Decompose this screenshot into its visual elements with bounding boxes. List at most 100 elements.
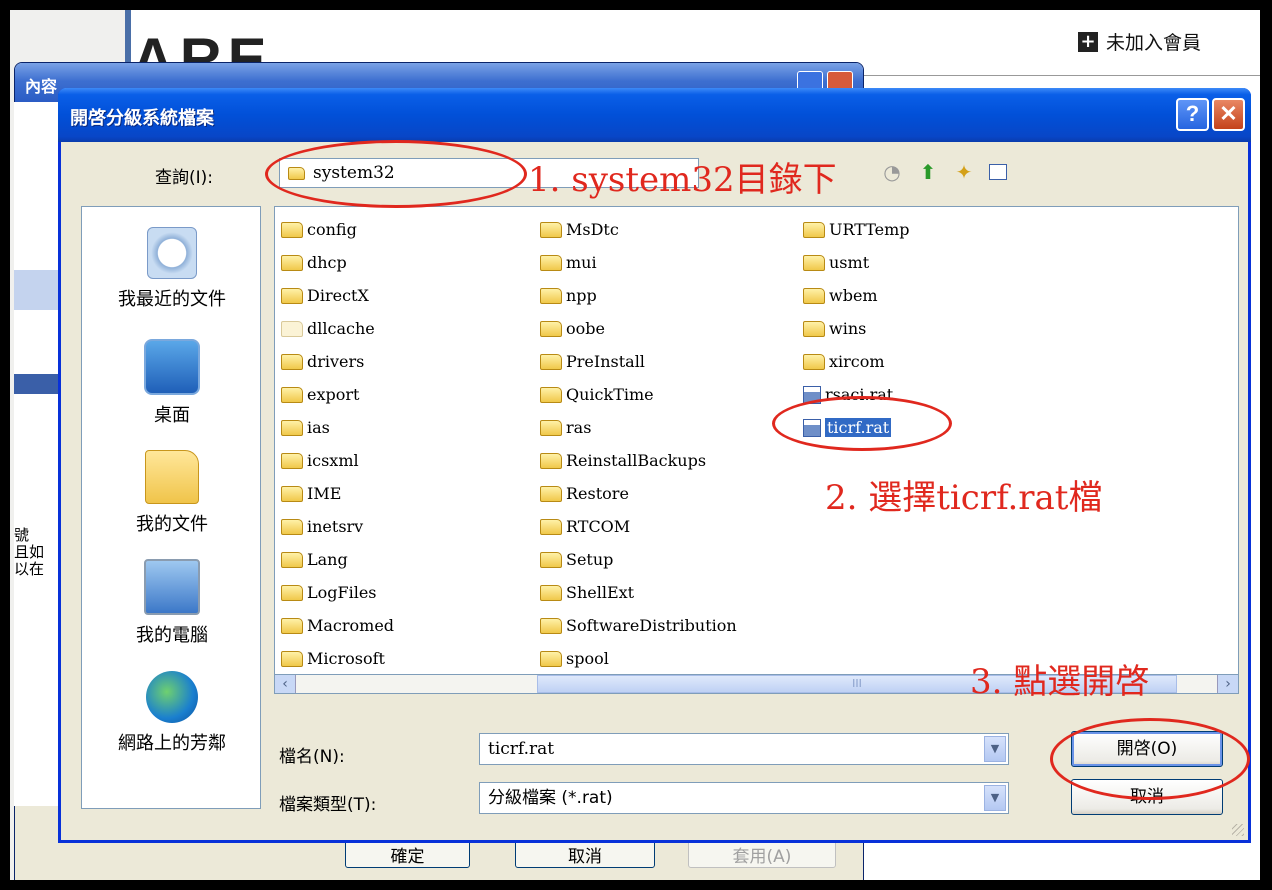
dialog-titlebar[interactable]: 開啓分級系統檔案 ? ✕ — [58, 88, 1251, 142]
folder-item[interactable]: xircom — [803, 345, 910, 378]
folder-item[interactable]: DirectX — [281, 279, 394, 312]
chevron-down-icon[interactable]: ▼ — [984, 785, 1006, 811]
folder-item[interactable]: Macromed — [281, 609, 394, 642]
folder-item[interactable]: ias — [281, 411, 394, 444]
open-rating-file-dialog: 開啓分級系統檔案 ? ✕ 查詢(I): system32 ◔ ⬆ ✦ 我最近的文… — [58, 88, 1251, 843]
folder-icon — [281, 353, 303, 370]
side-text-lines: 號且如 以在 — [14, 527, 58, 578]
file-column-1: config dhcp DirectX dllcache drivers export ia… — [281, 213, 394, 675]
folder-icon — [540, 485, 562, 502]
folder-item[interactable]: npp — [540, 279, 737, 312]
filename-input[interactable]: ticrf.rat ▼ — [479, 733, 1009, 765]
side-text-line: 且如 — [14, 543, 45, 561]
computer-icon — [144, 559, 200, 615]
folder-item[interactable]: PreInstall — [540, 345, 737, 378]
file-name: icsxml — [307, 451, 359, 470]
file-name: IME — [307, 484, 342, 503]
folder-item[interactable]: export — [281, 378, 394, 411]
scroll-left-icon[interactable]: ‹ — [275, 675, 296, 693]
places-bar: 我最近的文件 桌面 我的文件 我的電腦 網路上的芳鄰 — [81, 206, 261, 809]
file-name: wbem — [829, 286, 878, 305]
folder-item[interactable]: URTTemp — [803, 213, 910, 246]
folder-item[interactable]: SoftwareDistribution — [540, 609, 737, 642]
file-name: spool — [566, 649, 609, 668]
folder-item[interactable]: icsxml — [281, 444, 394, 477]
folder-item[interactable]: drivers — [281, 345, 394, 378]
filetype-label: 檔案類型(T): — [279, 795, 377, 815]
file-name: dllcache — [307, 319, 375, 338]
folder-item[interactable]: Restore — [540, 477, 737, 510]
close-button[interactable]: ✕ — [1212, 98, 1245, 131]
folder-item[interactable]: Microsoft — [281, 642, 394, 675]
place-recent-documents[interactable]: 我最近的文件 — [82, 227, 262, 311]
chevron-down-icon[interactable]: ▼ — [984, 736, 1006, 762]
folder-item[interactable]: ras — [540, 411, 737, 444]
up-folder-icon[interactable]: ⬆ — [917, 161, 939, 183]
folder-item[interactable]: dhcp — [281, 246, 394, 279]
side-selection — [14, 374, 58, 394]
folder-item[interactable]: MsDtc — [540, 213, 737, 246]
folder-item[interactable]: wins — [803, 312, 910, 345]
file-name: URTTemp — [829, 220, 910, 239]
filetype-select[interactable]: 分級檔案 (*.rat) ▼ — [479, 782, 1009, 814]
folder-icon — [540, 254, 562, 271]
file-name: drivers — [307, 352, 365, 371]
folder-item[interactable]: wbem — [803, 279, 910, 312]
folder-item[interactable]: ReinstallBackups — [540, 444, 737, 477]
folder-item[interactable]: config — [281, 213, 394, 246]
side-highlight — [14, 270, 58, 310]
annotation-step-2: 2. 選擇ticrf.rat檔 — [825, 478, 1103, 518]
folder-item[interactable]: QuickTime — [540, 378, 737, 411]
file-name: oobe — [566, 319, 605, 338]
folder-item[interactable]: IME — [281, 477, 394, 510]
place-network[interactable]: 網路上的芳鄰 — [82, 671, 262, 755]
folder-item[interactable]: spool — [540, 642, 737, 675]
folder-icon — [540, 419, 562, 436]
folder-icon — [540, 320, 562, 337]
member-link[interactable]: + 未加入會員 — [1078, 28, 1201, 55]
resize-grip[interactable] — [1232, 824, 1244, 836]
file-list[interactable]: config dhcp DirectX dllcache drivers export ia… — [274, 206, 1239, 691]
file-name: Microsoft — [307, 649, 385, 668]
folder-icon — [540, 452, 562, 469]
folder-item[interactable]: RTCOM — [540, 510, 737, 543]
documents-folder-icon — [145, 450, 199, 504]
side-text: 號且如 以在 — [14, 527, 58, 578]
file-name: SoftwareDistribution — [566, 616, 737, 635]
page-bottom-bar — [860, 883, 1160, 887]
folder-item[interactable]: oobe — [540, 312, 737, 345]
folder-item[interactable]: ShellExt — [540, 576, 737, 609]
new-folder-icon[interactable]: ✦ — [953, 161, 975, 183]
file-name: xircom — [829, 352, 885, 371]
file-name: usmt — [829, 253, 870, 272]
back-icon[interactable]: ◔ — [881, 161, 903, 183]
file-name: mui — [566, 253, 597, 272]
scroll-right-icon[interactable]: › — [1217, 675, 1238, 693]
place-desktop[interactable]: 桌面 — [82, 339, 262, 427]
view-menu-icon[interactable] — [989, 164, 1007, 180]
folder-icon — [803, 221, 825, 238]
folder-icon — [281, 551, 303, 568]
desktop-icon — [144, 339, 200, 395]
file-name: ReinstallBackups — [566, 451, 707, 470]
folder-icon — [281, 485, 303, 502]
file-name: DirectX — [307, 286, 369, 305]
folder-icon — [281, 650, 303, 667]
folder-item[interactable]: LogFiles — [281, 576, 394, 609]
folder-item[interactable]: dllcache — [281, 312, 394, 345]
folder-item[interactable]: usmt — [803, 246, 910, 279]
filename-label: 檔名(N): — [279, 747, 345, 767]
folder-item[interactable]: mui — [540, 246, 737, 279]
file-name: wins — [829, 319, 867, 338]
look-in-label: 查詢(I): — [155, 168, 214, 188]
file-name: config — [307, 220, 357, 239]
folder-item[interactable]: Setup — [540, 543, 737, 576]
folder-item[interactable]: inetsrv — [281, 510, 394, 543]
folder-icon — [540, 353, 562, 370]
content-dialog-side-panel: 號且如 以在 — [14, 102, 59, 806]
annotation-ellipse-lookin — [265, 140, 527, 208]
help-button[interactable]: ? — [1176, 98, 1209, 131]
place-my-documents[interactable]: 我的文件 — [82, 450, 262, 536]
place-my-computer[interactable]: 我的電腦 — [82, 559, 262, 647]
folder-item[interactable]: Lang — [281, 543, 394, 576]
